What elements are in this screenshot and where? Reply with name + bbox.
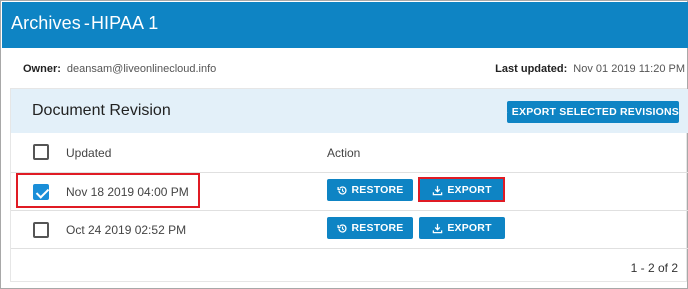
row-checkbox[interactable] [33,184,49,200]
export-selected-label: EXPORT SELECTED REVISIONS [511,106,679,118]
download-tray-icon [507,111,508,113]
export-selected-revisions-button[interactable]: EXPORT SELECTED REVISIONS [507,101,679,123]
document-revision-panel: Document Revision EXPORT SELECTED REVISI… [10,88,688,282]
panel-title: Document Revision [32,102,171,119]
table-row: Nov 18 2019 04:00 PM RESTORE EXPORT [11,173,688,211]
title-bar: Archives -HIPAA 1 [2,2,688,48]
restore-label: RESTORE [351,222,404,234]
revision-date: Oct 24 2019 02:52 PM [66,223,187,237]
table-row: Oct 24 2019 02:52 PM RESTORE EXPORT [11,211,688,249]
page-title: Archives -HIPAA 1 [11,13,158,34]
download-tray-icon [433,223,443,233]
owner-value: deansam@liveonlinecloud.info [66,63,217,75]
export-button[interactable]: EXPORT [419,217,505,239]
restore-button[interactable]: RESTORE [327,217,413,239]
revision-date: Nov 18 2019 04:00 PM [66,185,189,199]
history-restore-icon [336,185,347,195]
title-separator: - [83,13,90,33]
archives-window: Archives -HIPAA 1 Owner: deansam@liveonlin… [0,0,688,289]
column-header-action: Action [327,146,361,160]
select-all-checkbox[interactable] [33,144,49,160]
row-checkbox[interactable] [33,222,49,238]
history-restore-icon [336,223,347,233]
owner-info: Owner: deansam@liveonlinecloud.info [23,63,216,75]
export-label: EXPORT [447,184,492,196]
owner-label: Owner: [23,63,61,75]
last-updated-info: Last updated: Nov 01 2019 11:20 PM [495,63,685,75]
last-updated-label: Last updated: [495,63,568,75]
export-button[interactable]: EXPORT [419,179,505,201]
download-tray-icon [433,185,443,195]
restore-button[interactable]: RESTORE [327,179,413,201]
restore-label: RESTORE [351,184,404,196]
pagination-info: 1 - 2 of 2 [630,261,678,275]
panel-header: Document Revision EXPORT SELECTED REVISI… [11,89,688,133]
last-updated-value: Nov 01 2019 11:20 PM [573,63,685,75]
archive-name: HIPAA 1 [90,13,159,33]
export-label: EXPORT [447,222,492,234]
section-title: Archives [11,13,81,33]
column-header-updated: Updated [66,146,112,160]
archive-meta: Owner: deansam@liveonlinecloud.info Last … [2,57,688,81]
table-header: Updated Action [11,133,688,173]
